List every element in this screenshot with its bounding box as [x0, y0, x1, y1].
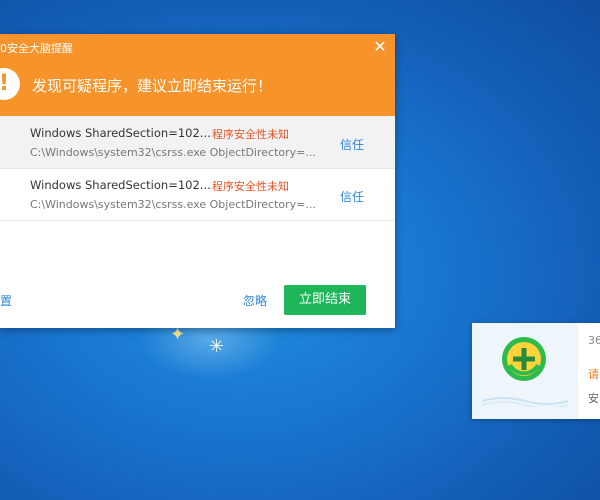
suspicious-program-alert: 0安全大脑提醒 ✕ ! 发现可疑程序，建议立即结束运行！ Windows Sha… [0, 34, 395, 328]
program-name: Windows SharedSection=102... [30, 126, 211, 140]
notification-panel[interactable]: 36 请 安 [472, 323, 600, 419]
program-row: Windows SharedSection=102... C:\Windows\… [0, 168, 395, 221]
sparkle-icon: ✦ [170, 324, 186, 345]
notification-message: 请 [588, 368, 599, 381]
logo-area [472, 323, 578, 419]
settings-link[interactable]: 置 [0, 292, 12, 309]
warning-icon: ! [0, 68, 20, 100]
program-path: C:\Windows\system32\csrss.exe ObjectDire… [30, 146, 316, 159]
program-name: Windows SharedSection=102... [30, 178, 211, 192]
program-row: Windows SharedSection=102... C:\Windows\… [0, 116, 395, 169]
end-now-button[interactable]: 立即结束 [284, 285, 366, 315]
notification-detail: 安 [588, 392, 599, 405]
risk-label: 程序安全性未知 [212, 180, 289, 193]
risk-label: 程序安全性未知 [212, 128, 289, 141]
wave-icon [482, 397, 568, 407]
alert-title: 0安全大脑提醒 [0, 42, 73, 55]
ignore-link[interactable]: 忽略 [243, 292, 267, 309]
trust-link[interactable]: 信任 [340, 136, 364, 153]
alert-header: 0安全大脑提醒 ✕ ! 发现可疑程序，建议立即结束运行！ [0, 34, 395, 116]
sparkle-icon: ✳ [209, 336, 225, 357]
alert-headline: 发现可疑程序，建议立即结束运行！ [32, 77, 273, 95]
program-path: C:\Windows\system32\csrss.exe ObjectDire… [30, 198, 316, 211]
trust-link[interactable]: 信任 [340, 188, 364, 205]
close-icon[interactable]: ✕ [372, 39, 388, 55]
360-logo-icon [502, 337, 546, 381]
notification-title: 36 [588, 334, 600, 347]
